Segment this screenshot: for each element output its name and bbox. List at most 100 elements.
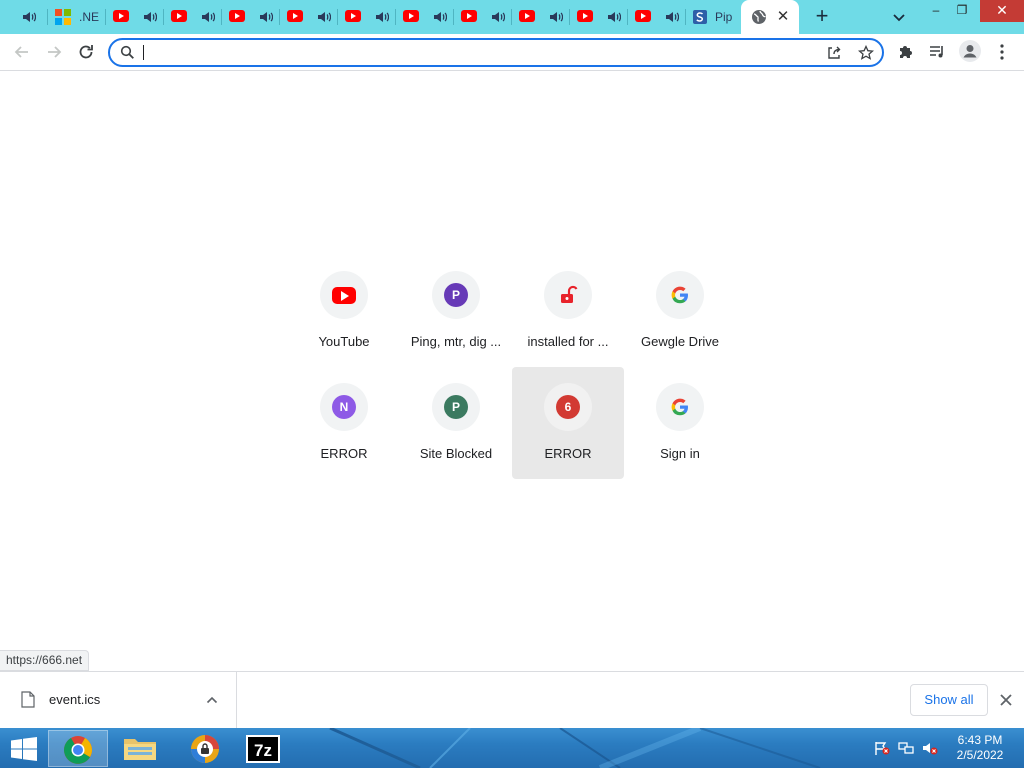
tab-youtube[interactable] xyxy=(512,0,570,34)
tab-youtube[interactable] xyxy=(106,0,164,34)
restore-button[interactable]: ❐ xyxy=(948,0,976,22)
clock-date: 2/5/2022 xyxy=(956,748,1004,762)
tab-strip: .NE Pip ✕ + – ❐ ✕ xyxy=(0,0,1024,34)
action-center-flag-icon[interactable] xyxy=(874,741,890,755)
shortcut-tile-youtube[interactable]: YouTube xyxy=(288,255,400,367)
tab-title: .NE xyxy=(79,10,100,24)
shortcut-icon-container: P xyxy=(432,383,480,431)
tab-audio-playing[interactable] xyxy=(0,0,48,34)
shortcut-label: ERROR xyxy=(544,446,592,461)
taskbar-chrome[interactable] xyxy=(48,730,108,767)
document-s-icon xyxy=(692,9,708,25)
google-g-icon xyxy=(670,285,690,305)
windows-start-button[interactable] xyxy=(10,737,38,761)
media-controls-icon[interactable] xyxy=(928,43,946,61)
tab-title: Pip xyxy=(715,10,733,24)
reload-icon[interactable] xyxy=(76,42,96,62)
youtube-icon xyxy=(635,10,651,22)
file-icon xyxy=(21,691,35,708)
shortcut-tile-error-6[interactable]: 6 ERROR xyxy=(512,367,624,479)
volume-muted-icon[interactable] xyxy=(922,741,938,755)
youtube-icon xyxy=(171,10,187,22)
shortcut-label: Ping, mtr, dig ... xyxy=(410,334,502,349)
youtube-icon xyxy=(461,10,477,22)
shortcut-tile-error-n[interactable]: N ERROR xyxy=(288,367,400,479)
speaker-icon xyxy=(607,11,621,23)
tab-pip[interactable]: Pip xyxy=(686,0,741,34)
seven-zip-icon: 7z xyxy=(246,735,280,763)
unlocked-padlock-icon xyxy=(558,285,578,305)
speaker-icon xyxy=(433,11,447,23)
shortcut-label: ERROR xyxy=(320,446,368,461)
show-all-downloads-button[interactable]: Show all xyxy=(910,684,988,716)
download-item[interactable]: event.ics xyxy=(0,672,237,728)
shortcut-label: YouTube xyxy=(318,334,370,349)
shortcut-tile-sign-in[interactable]: Sign in xyxy=(624,367,736,479)
close-icon[interactable] xyxy=(998,692,1014,708)
download-file-name: event.ics xyxy=(49,692,101,707)
youtube-icon xyxy=(345,10,361,22)
tab-youtube[interactable] xyxy=(570,0,628,34)
shortcut-tile-ping[interactable]: P Ping, mtr, dig ... xyxy=(400,255,512,367)
youtube-icon xyxy=(577,10,593,22)
shortcut-icon-container xyxy=(656,271,704,319)
svg-text:7z: 7z xyxy=(254,741,272,760)
omnibox[interactable] xyxy=(108,38,884,67)
tab-youtube[interactable] xyxy=(280,0,338,34)
close-window-button[interactable]: ✕ xyxy=(980,0,1024,22)
youtube-icon xyxy=(287,10,303,22)
text-caret xyxy=(143,45,144,60)
speaker-icon xyxy=(665,11,679,23)
extensions-puzzle-icon[interactable] xyxy=(897,43,915,61)
bookmark-star-icon[interactable] xyxy=(857,44,875,61)
speaker-icon xyxy=(143,11,157,23)
windows-taskbar: 7z 6:43 PM 2/5/2022 xyxy=(0,728,1024,768)
shortcut-tile-gewgle-drive[interactable]: Gewgle Drive xyxy=(624,255,736,367)
speaker-icon xyxy=(22,11,36,23)
network-icon[interactable] xyxy=(898,741,914,755)
shortcut-icon-container xyxy=(656,383,704,431)
letter-avatar-icon: P xyxy=(444,283,468,307)
most-visited-shortcuts: YouTube P Ping, mtr, dig ... installed f… xyxy=(288,255,736,479)
kebab-menu-icon[interactable] xyxy=(994,43,1010,61)
tab-youtube[interactable] xyxy=(628,0,686,34)
link-status-bubble: https://666.net xyxy=(0,650,90,671)
speaker-icon xyxy=(317,11,331,23)
tab-microsoft[interactable]: .NE xyxy=(48,0,106,34)
shortcut-tile-site-blocked[interactable]: P Site Blocked xyxy=(400,367,512,479)
minimize-button[interactable]: – xyxy=(922,0,950,22)
shortcut-label: installed for ... xyxy=(527,334,609,349)
speaker-icon xyxy=(201,11,215,23)
close-tab-icon[interactable]: ✕ xyxy=(775,9,791,25)
shortcut-label: Sign in xyxy=(660,446,700,461)
youtube-icon xyxy=(403,10,419,22)
profile-avatar-icon[interactable] xyxy=(959,40,981,62)
taskbar-security-app[interactable] xyxy=(174,730,234,767)
tab-search-chevron-icon[interactable] xyxy=(890,8,908,26)
address-input[interactable] xyxy=(142,43,782,62)
shortcut-label: Site Blocked xyxy=(419,446,493,461)
shortcut-icon-container xyxy=(544,271,592,319)
tab-youtube[interactable] xyxy=(338,0,396,34)
tab-youtube[interactable] xyxy=(222,0,280,34)
tab-active-new-tab[interactable]: ✕ xyxy=(741,0,799,34)
search-icon xyxy=(120,45,135,60)
tab-youtube[interactable] xyxy=(454,0,512,34)
shield-lock-icon xyxy=(191,735,219,763)
forward-arrow-icon[interactable] xyxy=(44,42,64,62)
youtube-icon xyxy=(519,10,535,22)
share-icon[interactable] xyxy=(826,45,842,61)
speaker-icon xyxy=(491,11,505,23)
tab-youtube[interactable] xyxy=(396,0,454,34)
new-tab-button[interactable]: + xyxy=(810,5,834,29)
back-arrow-icon[interactable] xyxy=(12,42,32,62)
tab-youtube[interactable] xyxy=(164,0,222,34)
chevron-up-icon[interactable] xyxy=(205,693,219,707)
taskbar-file-explorer[interactable] xyxy=(110,730,170,767)
letter-avatar-icon: 6 xyxy=(556,395,580,419)
shortcut-icon-container: P xyxy=(432,271,480,319)
taskbar-7zip[interactable]: 7z xyxy=(236,730,296,767)
shortcut-tile-installed[interactable]: installed for ... xyxy=(512,255,624,367)
taskbar-clock[interactable]: 6:43 PM 2/5/2022 xyxy=(950,733,1010,763)
clock-time: 6:43 PM xyxy=(957,733,1003,747)
